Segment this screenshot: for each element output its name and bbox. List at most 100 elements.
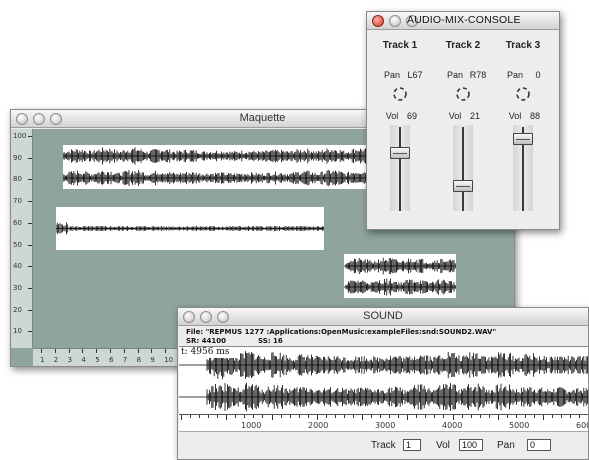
y-tick-label: 60	[13, 218, 22, 227]
time-tick-mark	[461, 415, 463, 418]
waveform-trace	[55, 222, 325, 235]
time-tick-mark	[443, 415, 445, 418]
time-tick-mark	[325, 415, 327, 418]
sound-titlebar[interactable]: SOUND	[178, 308, 588, 326]
volume-fader[interactable]	[453, 125, 473, 211]
y-tick-mark	[28, 287, 32, 289]
time-tick-mark	[470, 415, 472, 418]
track-label: Track	[371, 440, 396, 451]
time-tick-mark	[488, 415, 490, 418]
sound-clip-3[interactable]	[344, 254, 456, 298]
file-path: File: "REPMUS 1277 :Applications:OpenMus…	[186, 328, 497, 336]
y-tick-label: 70	[13, 197, 22, 206]
time-tick-mark	[506, 415, 508, 418]
time-tick-mark	[570, 415, 572, 418]
pan-knob[interactable]	[392, 86, 408, 102]
audio-mix-console-window: AUDIO-MIX-CONSOLE Track 1 Pan L67 Vol 69 Trac…	[366, 11, 560, 230]
y-tick-mark	[28, 309, 32, 311]
pan-knob-icon	[393, 87, 407, 101]
x-tick-label: 6	[109, 356, 114, 364]
pan-knob-icon	[516, 87, 530, 101]
y-tick-mark	[28, 201, 32, 203]
vol-value: 88	[529, 111, 540, 121]
pan-label: Pan	[497, 440, 515, 451]
y-tick-mark	[28, 266, 32, 268]
time-ruler: 1000 2000 3000 4000 5000 6000	[179, 414, 588, 432]
time-tick-mark	[524, 415, 526, 418]
fader-handle[interactable]	[513, 133, 533, 145]
pan-knob[interactable]	[455, 86, 471, 102]
y-tick-label: 30	[13, 283, 22, 292]
time-tick-label: 5000	[509, 421, 530, 430]
mixer-titlebar[interactable]: AUDIO-MIX-CONSOLE	[367, 12, 559, 30]
y-tick-label: 50	[13, 240, 22, 249]
volume-fader[interactable]	[513, 125, 533, 211]
y-tick-mark	[28, 331, 32, 333]
track-name: Track 1	[382, 40, 418, 51]
x-tick-label: 9	[150, 356, 155, 364]
waveform	[344, 257, 456, 296]
waveform	[179, 350, 588, 412]
y-tick-mark	[28, 222, 32, 224]
x-tick-label: 7	[122, 356, 128, 364]
time-tick-mark	[434, 415, 436, 418]
time-tick-mark	[552, 415, 554, 418]
x-tick-label: 8	[136, 356, 142, 364]
sound-window: SOUND File: "REPMUS 1277 :Applications:O…	[177, 307, 589, 460]
y-tick-label: 10	[13, 327, 22, 336]
x-tick-label: 10	[164, 356, 174, 364]
time-tick-mark	[181, 415, 182, 420]
time-tick-label: 4000	[442, 421, 463, 430]
maquette-vertical-ruler: 100 90 80 70 60 50 40 30 20 10	[11, 129, 33, 348]
sound-clip-1[interactable]	[62, 145, 408, 189]
pan-knob[interactable]	[515, 86, 531, 102]
x-tick-label: 5	[95, 356, 100, 364]
time-tick-mark	[271, 415, 273, 420]
time-tick-mark	[425, 415, 427, 418]
time-tick-mark	[343, 415, 345, 418]
waveform	[55, 222, 325, 235]
y-tick-mark	[28, 157, 32, 159]
sample-rate: SR: 44100	[186, 337, 227, 345]
time-tick-mark	[543, 415, 544, 420]
x-tick-mark	[96, 349, 98, 353]
time-tick-mark	[533, 415, 535, 418]
x-tick-label: 3	[67, 356, 73, 364]
volume-fader[interactable]	[390, 125, 410, 211]
y-tick-label: 90	[13, 153, 22, 162]
x-tick-mark	[82, 349, 84, 353]
fader-handle[interactable]	[390, 147, 410, 159]
x-tick-mark	[123, 349, 125, 353]
x-tick-label: 1	[40, 356, 45, 364]
pan-field[interactable]: 0	[527, 439, 551, 451]
x-tick-label: 2	[53, 356, 59, 364]
time-tick-mark	[334, 415, 336, 418]
time-tick-mark	[190, 415, 192, 418]
time-tick-mark	[280, 415, 282, 418]
vol-field[interactable]: 100	[459, 439, 483, 451]
time-tick-label: 3000	[375, 421, 396, 430]
time-tick-label: 6000	[576, 421, 588, 430]
time-tick-mark	[479, 415, 481, 418]
x-tick-mark	[54, 349, 56, 353]
vol-label: Vol	[436, 440, 450, 451]
time-tick-mark	[262, 415, 264, 418]
time-tick-mark	[515, 415, 517, 418]
time-tick-mark	[579, 415, 581, 418]
time-tick-mark	[407, 415, 409, 420]
time-tick-mark	[307, 415, 309, 418]
waveform	[62, 147, 408, 187]
fader-handle[interactable]	[453, 180, 473, 192]
y-tick-label: 40	[13, 262, 22, 271]
sound-clip-2[interactable]	[55, 207, 325, 250]
x-tick-mark	[151, 349, 153, 353]
y-tick-label: 20	[13, 305, 22, 314]
track-field[interactable]: 1	[403, 439, 421, 451]
y-tick-mark	[28, 244, 32, 246]
fader-groove	[462, 127, 464, 211]
time-tick-mark	[316, 415, 318, 420]
time-tick-mark	[217, 415, 219, 418]
sound-waveform-view[interactable]	[179, 346, 588, 414]
time-tick-mark	[226, 415, 228, 420]
time-tick-mark	[208, 415, 210, 418]
